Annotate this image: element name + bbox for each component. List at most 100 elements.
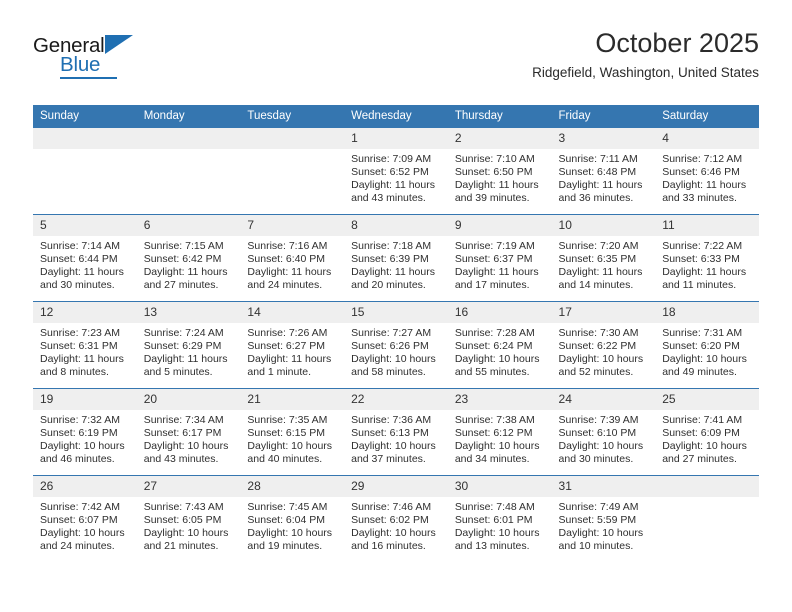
daylight-text-line1: Daylight: 11 hours bbox=[143, 266, 228, 279]
sunrise-text: Sunrise: 7:11 AM bbox=[558, 153, 638, 165]
sunset-text: Sunset: 6:31 PM bbox=[40, 340, 118, 353]
sunrise-text: Sunrise: 7:18 AM bbox=[351, 240, 432, 252]
calendar-day-cell[interactable]: 14 Sunrise: 7:26 AM Sunset: 6:27 PM Dayligh… bbox=[240, 301, 345, 389]
calendar-day-cell[interactable]: 17 Sunrise: 7:30 AM Sunset: 6:22 PM Dayligh… bbox=[551, 301, 656, 389]
day-number: 6 bbox=[136, 215, 241, 236]
daylight-text-line1: Daylight: 11 hours bbox=[558, 266, 643, 279]
day-number: 16 bbox=[447, 302, 552, 323]
calendar-day-cell[interactable]: 2 Sunrise: 7:10 AM Sunset: 6:50 PM Daylight… bbox=[447, 127, 552, 215]
daylight-text-line1: Daylight: 10 hours bbox=[662, 440, 747, 453]
calendar-week-row: 12 Sunrise: 7:23 AM Sunset: 6:31 PM Dayligh… bbox=[33, 301, 759, 389]
day-details: Sunrise: 7:32 AM Sunset: 6:19 PM Daylight:… bbox=[33, 410, 137, 466]
calendar-day-cell[interactable]: 13 Sunrise: 7:24 AM Sunset: 6:29 PM Dayligh… bbox=[136, 301, 241, 389]
sunset-text: Sunset: 6:22 PM bbox=[558, 340, 637, 353]
sunrise-text: Sunrise: 7:39 AM bbox=[558, 414, 639, 426]
calendar-week-row: 19 Sunrise: 7:32 AM Sunset: 6:19 PM Dayligh… bbox=[33, 388, 759, 476]
daylight-text-line2: and 43 minutes. bbox=[351, 192, 426, 205]
calendar-day-cell[interactable]: 5 Sunrise: 7:14 AM Sunset: 6:44 PM Daylight… bbox=[33, 214, 137, 302]
day-details: Sunrise: 7:45 AM Sunset: 6:04 PM Daylight:… bbox=[240, 497, 344, 553]
daylight-text-line1: Daylight: 10 hours bbox=[454, 440, 540, 453]
weekday-header-thursday: Thursday bbox=[447, 105, 552, 128]
calendar-day-cell[interactable]: 7 Sunrise: 7:16 AM Sunset: 6:40 PM Daylight… bbox=[240, 214, 345, 302]
day-number: 24 bbox=[551, 389, 656, 410]
daylight-text-line2: and 24 minutes. bbox=[40, 540, 115, 553]
weekday-header-saturday: Saturday bbox=[655, 105, 759, 128]
calendar-day-cell[interactable]: 23 Sunrise: 7:38 AM Sunset: 6:12 PM Dayligh… bbox=[447, 388, 552, 476]
calendar-day-cell[interactable]: 8 Sunrise: 7:18 AM Sunset: 6:39 PM Daylight… bbox=[344, 214, 448, 302]
calendar-day-cell[interactable]: 20 Sunrise: 7:34 AM Sunset: 6:17 PM Dayligh… bbox=[136, 388, 241, 476]
calendar-day-cell[interactable]: 26 Sunrise: 7:42 AM Sunset: 6:07 PM Dayligh… bbox=[33, 475, 137, 562]
daylight-text-line1: Daylight: 11 hours bbox=[351, 266, 435, 279]
sunset-text: Sunset: 6:24 PM bbox=[454, 340, 533, 353]
sunrise-text: Sunrise: 7:48 AM bbox=[454, 501, 535, 513]
sunrise-text: Sunrise: 7:24 AM bbox=[143, 327, 224, 339]
calendar-day-cell[interactable]: 11 Sunrise: 7:22 AM Sunset: 6:33 PM Dayligh… bbox=[655, 214, 759, 302]
calendar-day-cell[interactable]: 24 Sunrise: 7:39 AM Sunset: 6:10 PM Dayligh… bbox=[551, 388, 656, 476]
calendar-day-cell[interactable]: 27 Sunrise: 7:43 AM Sunset: 6:05 PM Dayligh… bbox=[136, 475, 241, 562]
calendar-day-cell[interactable]: 22 Sunrise: 7:36 AM Sunset: 6:13 PM Dayligh… bbox=[344, 388, 448, 476]
weekday-header-monday: Monday bbox=[136, 105, 241, 128]
daylight-text-line1: Daylight: 11 hours bbox=[247, 266, 332, 279]
daylight-text-line1: Daylight: 11 hours bbox=[558, 179, 643, 192]
calendar-day-cell[interactable]: 4 Sunrise: 7:12 AM Sunset: 6:46 PM Daylight… bbox=[655, 127, 759, 215]
sunset-text: Sunset: 6:33 PM bbox=[662, 253, 740, 266]
day-details: Sunrise: 7:38 AM Sunset: 6:12 PM Daylight:… bbox=[448, 410, 552, 466]
calendar-day-cell[interactable]: 28 Sunrise: 7:45 AM Sunset: 6:04 PM Dayligh… bbox=[240, 475, 345, 562]
day-details: Sunrise: 7:26 AM Sunset: 6:27 PM Daylight:… bbox=[240, 323, 344, 379]
day-number: 27 bbox=[136, 476, 241, 497]
sunrise-text: Sunrise: 7:26 AM bbox=[247, 327, 328, 339]
calendar-day-cell[interactable]: 30 Sunrise: 7:48 AM Sunset: 6:01 PM Dayligh… bbox=[447, 475, 552, 562]
daylight-text-line2: and 11 minutes. bbox=[662, 279, 737, 292]
sunset-text: Sunset: 6:40 PM bbox=[247, 253, 326, 266]
day-details: Sunrise: 7:11 AM Sunset: 6:48 PM Daylight:… bbox=[552, 149, 656, 205]
sunrise-text: Sunrise: 7:41 AM bbox=[662, 414, 743, 426]
day-number: 19 bbox=[33, 389, 137, 410]
sunrise-text: Sunrise: 7:22 AM bbox=[662, 240, 743, 252]
calendar-day-cell[interactable]: 29 Sunrise: 7:46 AM Sunset: 6:02 PM Dayligh… bbox=[344, 475, 448, 562]
sunrise-text: Sunrise: 7:38 AM bbox=[454, 414, 535, 426]
calendar-day-cell[interactable]: 15 Sunrise: 7:27 AM Sunset: 6:26 PM Dayligh… bbox=[344, 301, 448, 389]
day-number: 17 bbox=[551, 302, 656, 323]
weekday-header-sunday: Sunday bbox=[33, 105, 137, 128]
daylight-text-line1: Daylight: 10 hours bbox=[558, 440, 644, 453]
triangle-icon bbox=[105, 35, 133, 54]
day-number bbox=[240, 128, 345, 149]
calendar-day-cell[interactable]: 3 Sunrise: 7:11 AM Sunset: 6:48 PM Daylight… bbox=[551, 127, 656, 215]
day-number: 8 bbox=[344, 215, 448, 236]
day-details: Sunrise: 7:41 AM Sunset: 6:09 PM Daylight:… bbox=[655, 410, 759, 466]
sunset-text: Sunset: 6:39 PM bbox=[351, 253, 429, 266]
calendar-empty-cell bbox=[136, 127, 241, 215]
calendar-day-cell[interactable]: 18 Sunrise: 7:31 AM Sunset: 6:20 PM Dayligh… bbox=[655, 301, 759, 389]
daylight-text-line2: and 30 minutes. bbox=[40, 279, 115, 292]
daylight-text-line1: Daylight: 11 hours bbox=[351, 179, 435, 192]
calendar-day-cell[interactable]: 12 Sunrise: 7:23 AM Sunset: 6:31 PM Dayligh… bbox=[33, 301, 137, 389]
sunrise-text: Sunrise: 7:19 AM bbox=[454, 240, 535, 252]
day-details: Sunrise: 7:30 AM Sunset: 6:22 PM Daylight:… bbox=[552, 323, 656, 379]
day-number: 29 bbox=[344, 476, 448, 497]
sunset-text: Sunset: 6:20 PM bbox=[662, 340, 740, 353]
calendar-day-cell[interactable]: 6 Sunrise: 7:15 AM Sunset: 6:42 PM Daylight… bbox=[136, 214, 241, 302]
calendar-day-cell[interactable]: 1 Sunrise: 7:09 AM Sunset: 6:52 PM Daylight… bbox=[344, 127, 448, 215]
daylight-text-line2: and 34 minutes. bbox=[454, 453, 530, 466]
calendar-body: 1 Sunrise: 7:09 AM Sunset: 6:52 PM Daylight… bbox=[33, 127, 759, 562]
daylight-text-line1: Daylight: 10 hours bbox=[247, 527, 333, 540]
calendar-day-cell[interactable]: 21 Sunrise: 7:35 AM Sunset: 6:15 PM Dayligh… bbox=[240, 388, 345, 476]
calendar-page: General Blue October 2025 Ridgefield, Wa… bbox=[0, 0, 792, 612]
day-number bbox=[655, 476, 759, 497]
day-details: Sunrise: 7:27 AM Sunset: 6:26 PM Daylight:… bbox=[344, 323, 448, 379]
page-header: General Blue October 2025 Ridgefield, Wa… bbox=[33, 26, 759, 96]
daylight-text-line2: and 40 minutes. bbox=[247, 453, 323, 466]
daylight-text-line2: and 36 minutes. bbox=[558, 192, 634, 205]
sunrise-text: Sunrise: 7:35 AM bbox=[247, 414, 328, 426]
calendar-day-cell[interactable]: 31 Sunrise: 7:49 AM Sunset: 5:59 PM Dayligh… bbox=[551, 475, 656, 562]
calendar-day-cell[interactable]: 19 Sunrise: 7:32 AM Sunset: 6:19 PM Dayligh… bbox=[33, 388, 137, 476]
day-details: Sunrise: 7:23 AM Sunset: 6:31 PM Daylight:… bbox=[33, 323, 137, 379]
calendar-day-cell[interactable]: 10 Sunrise: 7:20 AM Sunset: 6:35 PM Dayligh… bbox=[551, 214, 656, 302]
calendar-day-cell[interactable]: 9 Sunrise: 7:19 AM Sunset: 6:37 PM Daylight… bbox=[447, 214, 552, 302]
calendar-day-cell[interactable]: 25 Sunrise: 7:41 AM Sunset: 6:09 PM Dayligh… bbox=[655, 388, 759, 476]
daylight-text-line2: and 46 minutes. bbox=[40, 453, 115, 466]
day-number: 30 bbox=[447, 476, 552, 497]
day-details: Sunrise: 7:22 AM Sunset: 6:33 PM Daylight:… bbox=[655, 236, 759, 292]
calendar-day-cell[interactable]: 16 Sunrise: 7:28 AM Sunset: 6:24 PM Dayligh… bbox=[447, 301, 552, 389]
day-number: 3 bbox=[551, 128, 656, 149]
